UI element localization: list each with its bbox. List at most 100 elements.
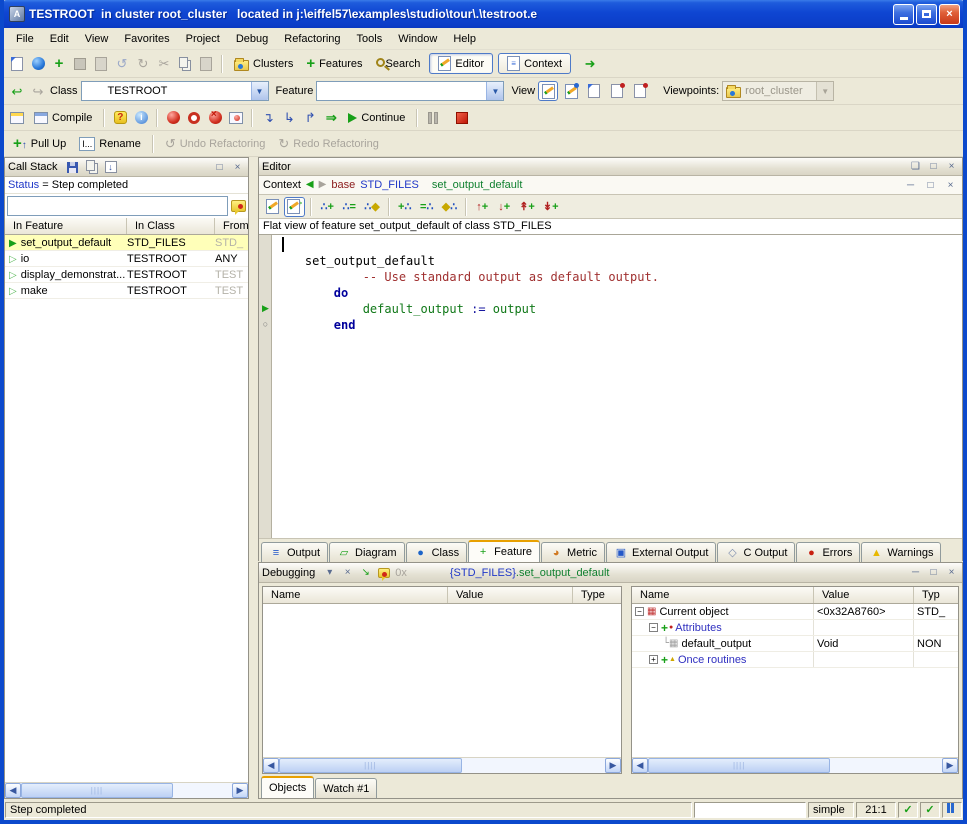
menu-favorites[interactable]: Favorites — [116, 30, 177, 48]
tab-class[interactable]: ●Class — [406, 542, 468, 562]
history-back-icon[interactable]: ↩ — [8, 82, 26, 100]
ancestors-icon[interactable]: ↑+ — [472, 197, 492, 217]
code-area[interactable]: ▶○ set_output_default -- Use standard ou… — [259, 235, 962, 538]
open-document-icon[interactable] — [29, 55, 47, 73]
view-flat-icon[interactable] — [584, 81, 604, 101]
undo-refactoring-button[interactable]: ↺ Undo Refactoring — [160, 135, 271, 152]
debugging-note-icon[interactable] — [376, 565, 392, 580]
context-maximize-icon[interactable]: □ — [923, 178, 938, 192]
call-stack-row[interactable]: ▷display_demonstrat...TESTROOTTEST — [5, 267, 248, 283]
code-line[interactable]: default_output := output — [276, 301, 962, 317]
column-type[interactable]: Type — [573, 587, 621, 603]
call-stack-maximize-icon[interactable]: □ — [212, 160, 227, 174]
creations-icon[interactable]: ◆∴ — [439, 197, 460, 217]
class-combobox[interactable]: TESTROOT ▼ — [81, 81, 269, 101]
context-back-icon[interactable]: ◀ — [306, 180, 314, 190]
debugging-maximize-icon[interactable]: □ — [926, 566, 941, 580]
tab-output[interactable]: ≡Output — [261, 542, 328, 562]
view-interface-icon[interactable] — [630, 81, 650, 101]
debugging-dropdown-icon[interactable]: ▾ — [322, 566, 337, 580]
copy-icon[interactable] — [176, 55, 194, 73]
run-no-breakpoints-icon[interactable]: ⇒ — [322, 109, 340, 127]
tab-watch-1[interactable]: Watch #1 — [315, 778, 377, 798]
descendants-icon[interactable]: ↓+ — [494, 197, 514, 217]
call-stack-row[interactable]: ▷makeTESTROOTTEST — [5, 283, 248, 299]
feature-combobox-dropdown-icon[interactable]: ▼ — [486, 82, 503, 100]
class-combobox-dropdown-icon[interactable]: ▼ — [251, 82, 268, 100]
rename-button[interactable]: I... Rename — [74, 135, 146, 153]
menu-debug[interactable]: Debug — [228, 30, 276, 48]
tab-objects[interactable]: Objects — [261, 776, 314, 798]
undo-icon[interactable]: ↺ — [113, 55, 131, 73]
history-forward-icon[interactable]: ↪ — [29, 82, 47, 100]
view-basic-icon[interactable] — [538, 81, 558, 101]
call-stack-row[interactable]: ▷ioTESTROOTANY — [5, 251, 248, 267]
menu-refactoring[interactable]: Refactoring — [276, 30, 348, 48]
callees-icon[interactable]: +∴ — [395, 197, 415, 217]
column-name[interactable]: Name — [263, 587, 448, 603]
new-document-icon[interactable] — [8, 55, 26, 73]
context-forward-icon[interactable]: ▶ — [319, 180, 327, 190]
context-close-icon[interactable]: × — [943, 178, 958, 192]
creators-icon[interactable]: ∴◆ — [361, 197, 382, 217]
expand-toggle-icon[interactable]: − — [635, 607, 644, 616]
save-all-icon[interactable] — [92, 55, 110, 73]
column-value[interactable]: Value — [814, 587, 914, 603]
object-tree-row[interactable]: ++▲Once routines — [632, 652, 958, 668]
view-clickable-icon[interactable] — [561, 81, 581, 101]
column-name[interactable]: Name — [632, 587, 814, 603]
code-line[interactable] — [276, 237, 962, 253]
column-in-feature[interactable]: In Feature — [5, 218, 127, 234]
expand-toggle-icon[interactable]: + — [649, 655, 658, 664]
feature-combobox[interactable]: ▼ — [316, 81, 504, 101]
breakpoint-remove-icon[interactable]: × — [206, 109, 224, 127]
editor-toggle-button[interactable]: Editor — [429, 53, 493, 74]
objects-hscrollbar[interactable]: ◀ |||| ▶ — [632, 757, 958, 773]
search-button[interactable]: Search — [371, 56, 426, 72]
breakpoint-enable-icon[interactable] — [164, 109, 182, 127]
scroll-left-icon[interactable]: ◀ — [263, 758, 279, 773]
column-type[interactable]: Typ — [914, 587, 958, 603]
locals-hscrollbar[interactable]: ◀ |||| ▶ — [263, 757, 621, 773]
clusters-button[interactable]: Clusters — [229, 55, 298, 73]
code-line[interactable]: do — [276, 285, 962, 301]
code-gutter[interactable]: ▶○ — [259, 235, 272, 538]
breakpoint-disable-icon[interactable] — [185, 109, 203, 127]
basic-text-view-icon[interactable] — [262, 197, 282, 217]
pull-up-button[interactable]: +↑ Pull Up — [8, 134, 71, 153]
column-in-class[interactable]: In Class — [127, 218, 215, 234]
step-into-icon[interactable]: ↳ — [280, 109, 298, 127]
menu-window[interactable]: Window — [390, 30, 445, 48]
pause-icon[interactable] — [424, 109, 442, 127]
minimize-button[interactable] — [893, 4, 914, 25]
cut-icon[interactable]: ✂ — [155, 55, 173, 73]
suppliers-icon[interactable]: ↡+ — [540, 197, 562, 217]
debugging-relaunch-icon[interactable]: ↘ — [358, 566, 373, 580]
object-tree-row[interactable]: └▦default_outputVoidNON — [632, 636, 958, 652]
expand-toggle-icon[interactable]: − — [649, 623, 658, 632]
context-minimize-icon[interactable]: ─ — [903, 178, 918, 192]
tab-external-output[interactable]: ▣External Output — [606, 542, 716, 562]
tab-c-output[interactable]: ◇C Output — [717, 542, 795, 562]
new-class-icon[interactable]: + — [50, 55, 68, 73]
paste-icon[interactable] — [197, 55, 215, 73]
title-bar[interactable]: A TESTROOT in cluster root_cluster locat… — [0, 0, 967, 28]
expression-input[interactable] — [7, 196, 228, 216]
scroll-left-icon[interactable]: ◀ — [632, 758, 648, 773]
scroll-left-icon[interactable]: ◀ — [5, 783, 21, 798]
editor-close-icon[interactable]: × — [944, 160, 959, 174]
close-button[interactable]: × — [939, 4, 960, 25]
code-lines[interactable]: set_output_default -- Use standard outpu… — [276, 237, 962, 333]
column-from[interactable]: From — [215, 218, 248, 234]
menu-project[interactable]: Project — [178, 30, 228, 48]
breakpoint-slot-icon[interactable]: ○ — [260, 317, 271, 331]
debugging-minimize-icon[interactable]: ─ — [908, 566, 923, 580]
object-tree-row[interactable]: −+●Attributes — [632, 620, 958, 636]
view-contract-icon[interactable] — [607, 81, 627, 101]
save-icon[interactable] — [71, 55, 89, 73]
info-icon[interactable]: i — [132, 109, 150, 127]
editor-float-icon[interactable]: ❏ — [908, 160, 923, 174]
breadcrumb-class[interactable]: STD_FILES — [360, 179, 419, 191]
context-toggle-button[interactable]: ≡ Context — [498, 53, 571, 74]
menu-help[interactable]: Help — [445, 30, 484, 48]
